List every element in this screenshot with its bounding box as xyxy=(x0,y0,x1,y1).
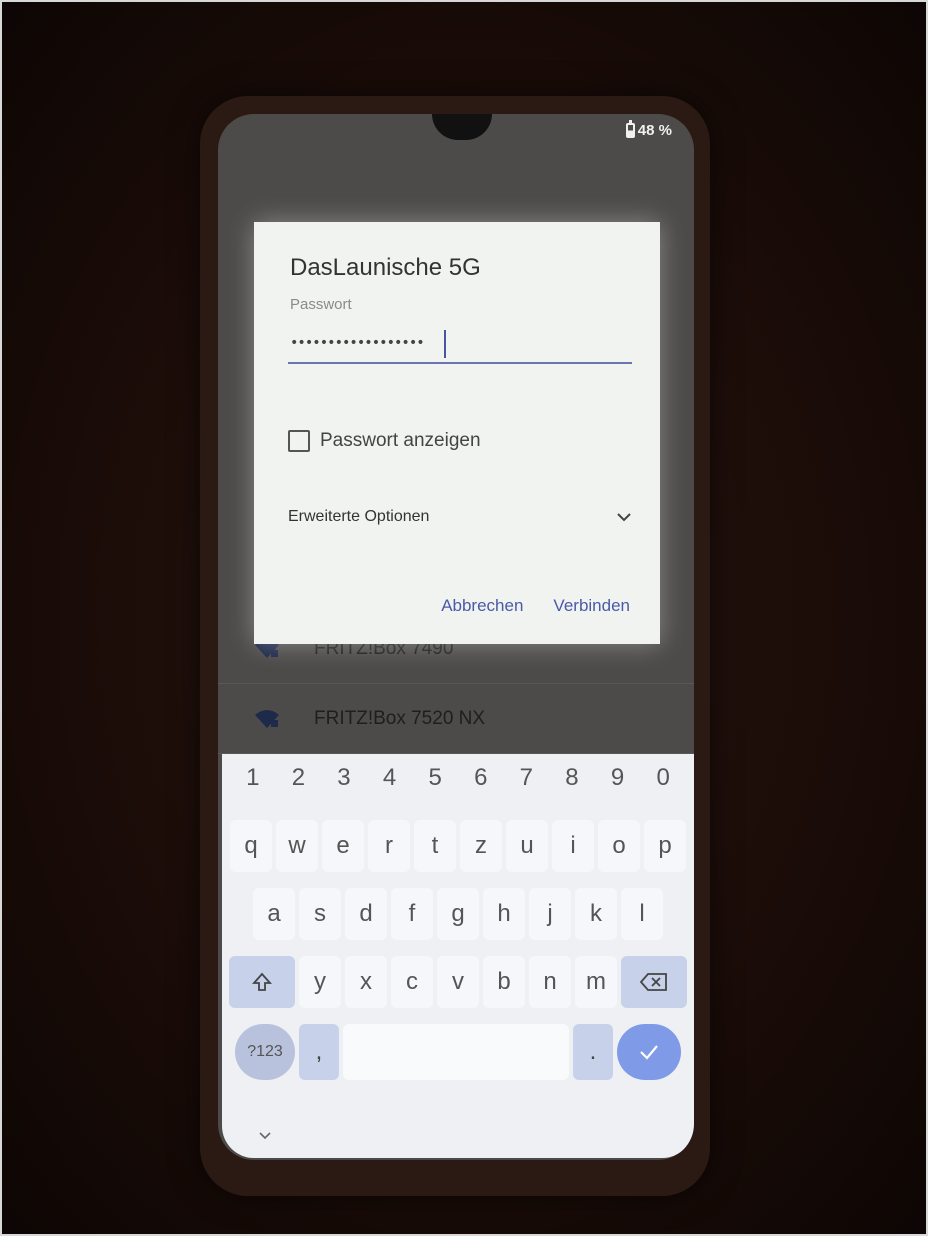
key-q[interactable]: q xyxy=(230,820,272,872)
show-password-label: Passwort anzeigen xyxy=(320,430,481,451)
show-password-checkbox[interactable] xyxy=(288,430,310,452)
wifi-ssid: FRITZ!Box 7520 NX xyxy=(314,707,486,729)
shift-key[interactable] xyxy=(229,956,295,1008)
key-0[interactable]: 0 xyxy=(656,764,669,792)
show-password-toggle[interactable]: Passwort anzeigen xyxy=(288,430,481,452)
key-v[interactable]: v xyxy=(437,956,479,1008)
key-g[interactable]: g xyxy=(437,888,479,940)
key-z[interactable]: z xyxy=(460,820,502,872)
keyboard-row-2: a s d f g h j k l xyxy=(222,888,694,940)
wifi-network-item[interactable]: FRITZ!Box 7520 NX xyxy=(218,684,694,754)
key-5[interactable]: 5 xyxy=(428,764,441,792)
chevron-down-icon xyxy=(617,513,631,522)
key-w[interactable]: w xyxy=(276,820,318,872)
key-t[interactable]: t xyxy=(414,820,456,872)
backspace-key[interactable] xyxy=(621,956,687,1008)
key-3[interactable]: 3 xyxy=(337,764,350,792)
symbols-key[interactable]: ?123 xyxy=(235,1024,295,1080)
comma-key[interactable]: , xyxy=(299,1024,339,1080)
advanced-options-expander[interactable]: Erweiterte Optionen xyxy=(288,508,632,526)
key-o[interactable]: o xyxy=(598,820,640,872)
key-1[interactable]: 1 xyxy=(246,764,259,792)
key-7[interactable]: 7 xyxy=(520,764,533,792)
key-e[interactable]: e xyxy=(322,820,364,872)
key-p[interactable]: p xyxy=(644,820,686,872)
keyboard-row-4: ?123 , . xyxy=(222,1024,694,1080)
enter-key[interactable] xyxy=(617,1024,681,1080)
camera-notch xyxy=(432,114,492,140)
key-y[interactable]: y xyxy=(299,956,341,1008)
keyboard-row-1: q w e r t z u i o p xyxy=(222,820,694,872)
key-4[interactable]: 4 xyxy=(383,764,396,792)
key-u[interactable]: u xyxy=(506,820,548,872)
shift-icon xyxy=(251,972,273,991)
key-x[interactable]: x xyxy=(345,956,387,1008)
checkmark-icon xyxy=(640,1045,658,1060)
cancel-button[interactable]: Abbrechen xyxy=(441,596,523,616)
key-i[interactable]: i xyxy=(552,820,594,872)
keyboard-row-3: y x c v b n m xyxy=(222,956,694,1008)
backspace-icon xyxy=(639,973,667,991)
advanced-options-label: Erweiterte Optionen xyxy=(288,508,430,525)
wifi-password-dialog: DasLaunische 5G Passwort Passwort anzeig… xyxy=(254,222,660,644)
key-j[interactable]: j xyxy=(529,888,571,940)
dialog-actions: Abbrechen Verbinden xyxy=(441,596,630,616)
dialog-title: DasLaunische 5G xyxy=(290,254,481,281)
keyboard-collapse-icon[interactable] xyxy=(258,1130,272,1140)
key-c[interactable]: c xyxy=(391,956,433,1008)
status-bar: 48 % xyxy=(625,120,672,139)
key-r[interactable]: r xyxy=(368,820,410,872)
key-k[interactable]: k xyxy=(575,888,617,940)
connect-button[interactable]: Verbinden xyxy=(553,596,630,616)
password-label: Passwort xyxy=(290,296,352,313)
keyboard-number-row: 1 2 3 4 5 6 7 8 9 0 xyxy=(222,764,694,792)
period-key[interactable]: . xyxy=(573,1024,613,1080)
key-b[interactable]: b xyxy=(483,956,525,1008)
phone-screen: 48 % FRITZ!Box 7490 FRITZ!Box 7520 NX Da… xyxy=(218,114,694,1160)
password-input[interactable] xyxy=(288,324,632,364)
key-6[interactable]: 6 xyxy=(474,764,487,792)
key-f[interactable]: f xyxy=(391,888,433,940)
battery-level: 48 % xyxy=(637,122,672,139)
wifi-lock-icon xyxy=(254,709,280,729)
key-m[interactable]: m xyxy=(575,956,617,1008)
key-8[interactable]: 8 xyxy=(565,764,578,792)
on-screen-keyboard: 1 2 3 4 5 6 7 8 9 0 q w e r t z u i o p … xyxy=(222,754,694,1158)
key-d[interactable]: d xyxy=(345,888,387,940)
key-s[interactable]: s xyxy=(299,888,341,940)
key-h[interactable]: h xyxy=(483,888,525,940)
text-cursor xyxy=(444,330,446,358)
battery-icon xyxy=(625,120,635,138)
space-key[interactable] xyxy=(343,1024,569,1080)
key-a[interactable]: a xyxy=(253,888,295,940)
key-2[interactable]: 2 xyxy=(292,764,305,792)
key-n[interactable]: n xyxy=(529,956,571,1008)
key-9[interactable]: 9 xyxy=(611,764,624,792)
key-l[interactable]: l xyxy=(621,888,663,940)
